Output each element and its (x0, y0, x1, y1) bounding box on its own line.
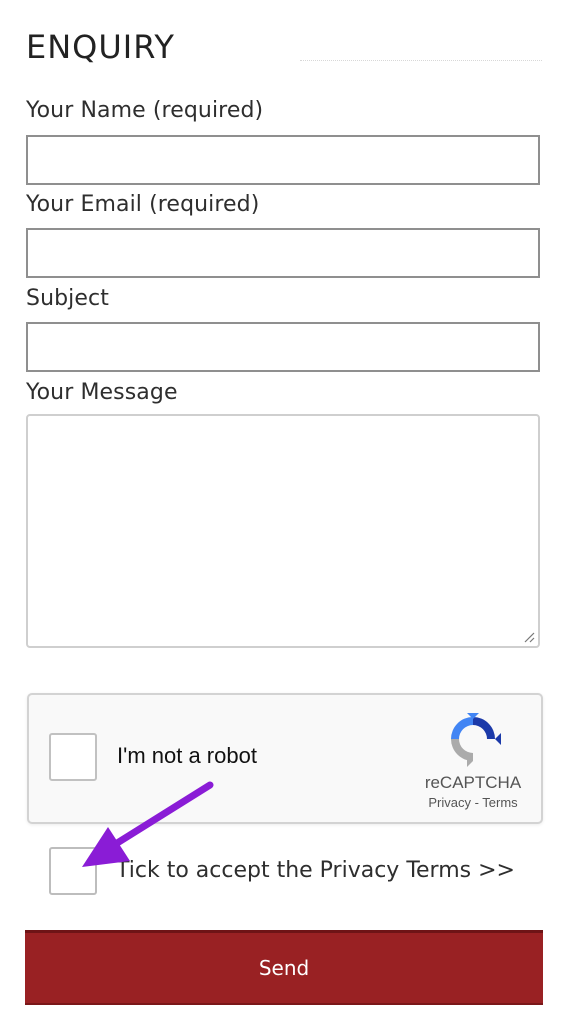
send-button[interactable]: Send (25, 930, 543, 1005)
heading-divider (300, 60, 542, 61)
recaptcha-terms-link[interactable]: Terms (482, 795, 517, 810)
recaptcha-brand: reCAPTCHA (424, 773, 522, 792)
subject-label: Subject (26, 286, 109, 311)
message-textarea[interactable] (26, 414, 540, 648)
subject-field[interactable] (26, 322, 540, 372)
recaptcha-link-separator: - (470, 795, 483, 810)
recaptcha-checkbox[interactable] (49, 733, 97, 781)
privacy-terms-checkbox[interactable] (49, 847, 97, 895)
recaptcha-privacy-link[interactable]: Privacy (428, 795, 471, 810)
recaptcha-widget: I'm not a robot reCAPTCHA Privacy - Term… (27, 693, 543, 824)
recaptcha-logo-icon (451, 713, 501, 767)
resize-grip-icon[interactable] (523, 631, 535, 643)
form-heading: ENQUIRY (26, 28, 175, 66)
email-label: Your Email (required) (26, 192, 260, 217)
privacy-terms-label[interactable]: Tick to accept the Privacy Terms >> (116, 858, 515, 883)
name-field[interactable] (26, 135, 540, 185)
recaptcha-links: Privacy - Terms (411, 795, 535, 810)
recaptcha-label: I'm not a robot (117, 743, 257, 768)
email-field[interactable] (26, 228, 540, 278)
name-label: Your Name (required) (26, 98, 264, 123)
message-label: Your Message (26, 380, 178, 405)
